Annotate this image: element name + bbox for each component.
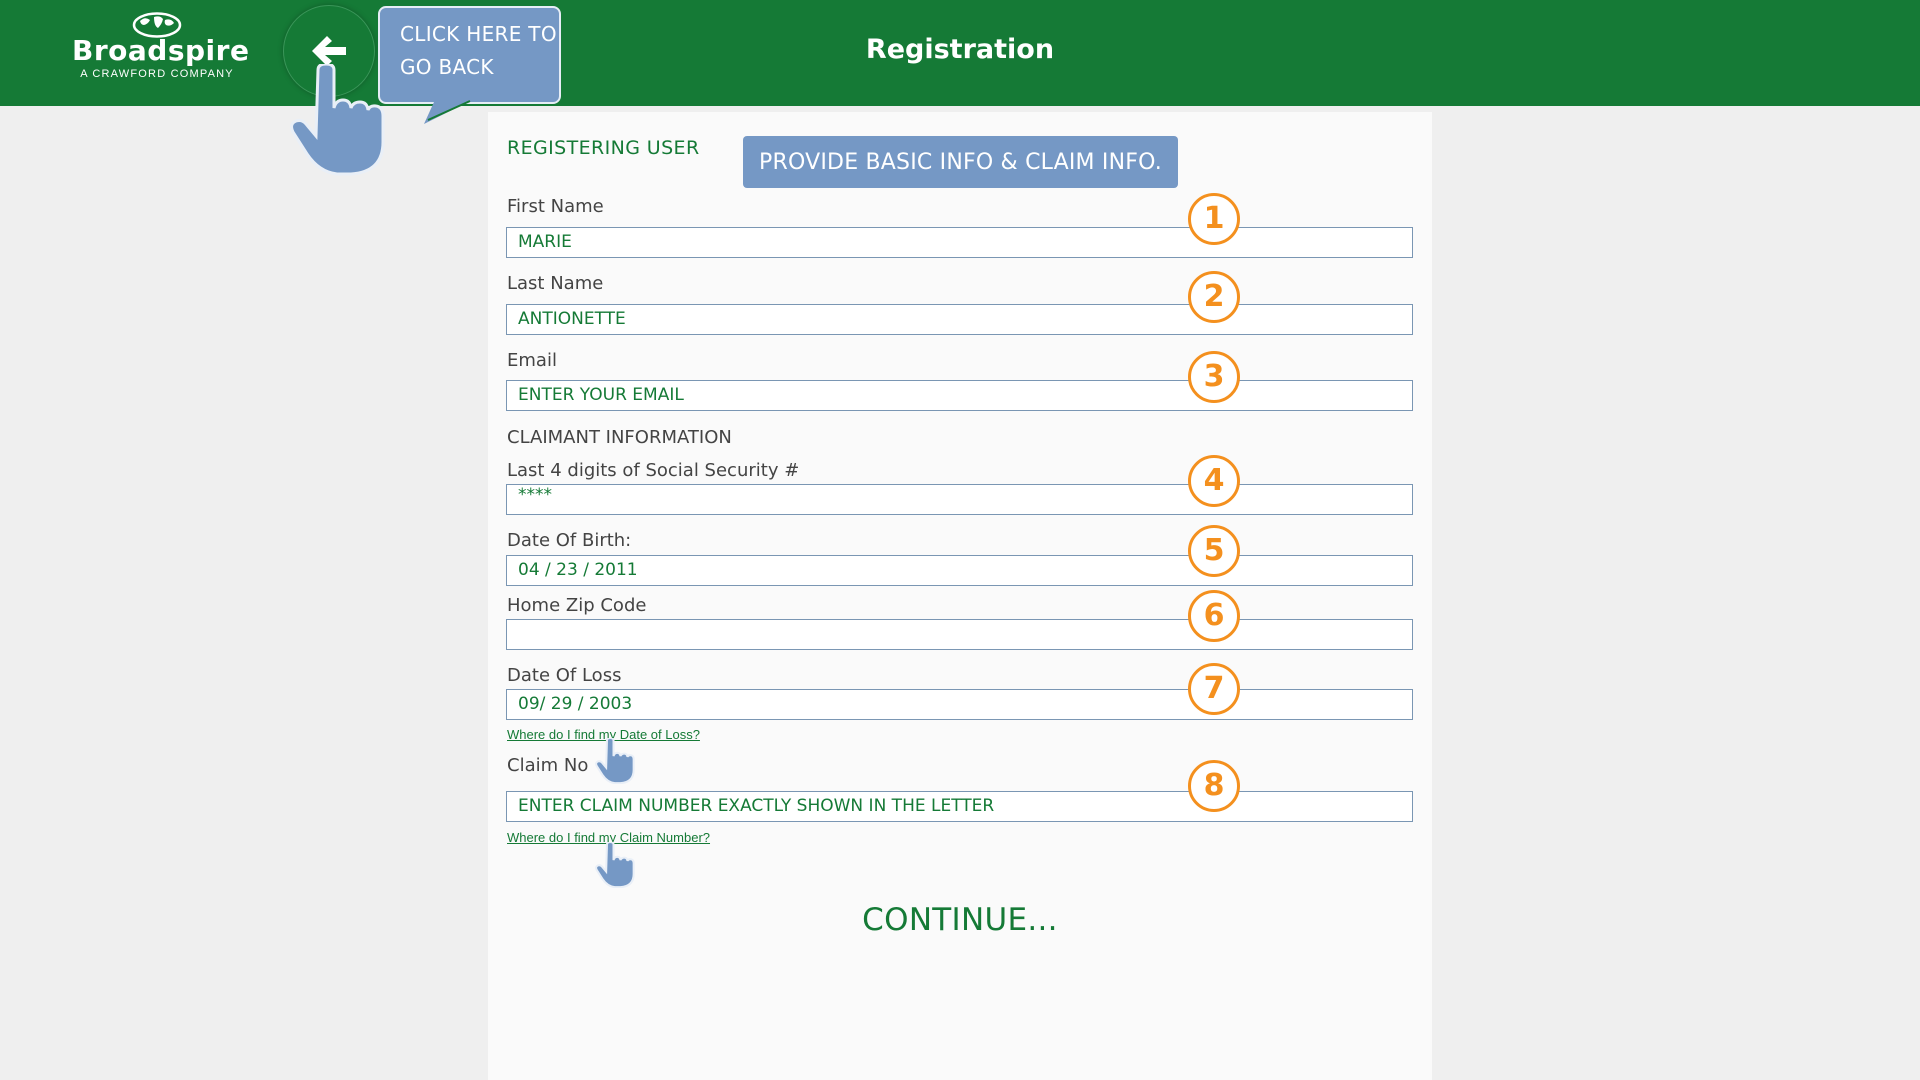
date-of-loss-label: Date Of Loss bbox=[507, 665, 622, 686]
email-field[interactable]: ENTER YOUR EMAIL bbox=[506, 380, 1413, 411]
first-name-field[interactable]: MARIE bbox=[506, 227, 1413, 258]
section-title: REGISTERING USER bbox=[507, 137, 700, 159]
continue-button[interactable]: CONTINUE... bbox=[860, 902, 1060, 938]
step-badge-7: 7 bbox=[1188, 663, 1240, 715]
step-badge-3: 3 bbox=[1188, 351, 1240, 403]
dob-field[interactable]: 04 / 23 / 2011 bbox=[506, 555, 1413, 586]
step-badge-2: 2 bbox=[1188, 271, 1240, 323]
back-tooltip-line2: GO BACK bbox=[400, 55, 494, 79]
pointing-hand-icon bbox=[595, 738, 635, 784]
claim-no-label: Claim No bbox=[507, 755, 589, 776]
email-label: Email bbox=[507, 350, 557, 371]
back-tooltip-line1: CLICK HERE TO bbox=[400, 22, 557, 46]
tooltip-tail-icon bbox=[424, 100, 472, 124]
dob-label: Date Of Birth: bbox=[507, 530, 632, 551]
step-badge-8: 8 bbox=[1188, 760, 1240, 812]
instruction-banner: PROVIDE BASIC INFO & CLAIM INFO. bbox=[743, 136, 1178, 188]
logo-name: Broadspire bbox=[72, 34, 250, 67]
first-name-label: First Name bbox=[507, 196, 604, 217]
claim-no-field[interactable]: ENTER CLAIM NUMBER EXACTLY SHOWN IN THE … bbox=[506, 791, 1413, 822]
zip-code-label: Home Zip Code bbox=[507, 595, 647, 616]
step-badge-4: 4 bbox=[1188, 455, 1240, 507]
page-title: Registration bbox=[865, 34, 1055, 65]
step-badge-1: 1 bbox=[1188, 193, 1240, 245]
last-name-field[interactable]: ANTIONETTE bbox=[506, 304, 1413, 335]
step-badge-6: 6 bbox=[1188, 590, 1240, 642]
top-header: Broadspire A CRAWFORD COMPANY Registrati… bbox=[0, 0, 1920, 106]
step-badge-5: 5 bbox=[1188, 525, 1240, 577]
broadspire-logo[interactable]: Broadspire A CRAWFORD COMPANY bbox=[72, 12, 250, 90]
last-name-label: Last Name bbox=[507, 273, 604, 294]
date-of-loss-field[interactable]: 09/ 29 / 2003 bbox=[506, 689, 1413, 720]
claimant-info-heading: CLAIMANT INFORMATION bbox=[507, 427, 732, 448]
logo-subtitle: A CRAWFORD COMPANY bbox=[80, 68, 234, 80]
ssn-label: Last 4 digits of Social Security # bbox=[507, 460, 800, 481]
pointing-hand-icon bbox=[290, 64, 385, 176]
ssn-field[interactable]: **** bbox=[506, 484, 1413, 515]
back-tooltip: CLICK HERE TO GO BACK bbox=[378, 6, 561, 104]
pointing-hand-icon bbox=[595, 842, 635, 888]
zip-code-field[interactable] bbox=[506, 619, 1413, 650]
